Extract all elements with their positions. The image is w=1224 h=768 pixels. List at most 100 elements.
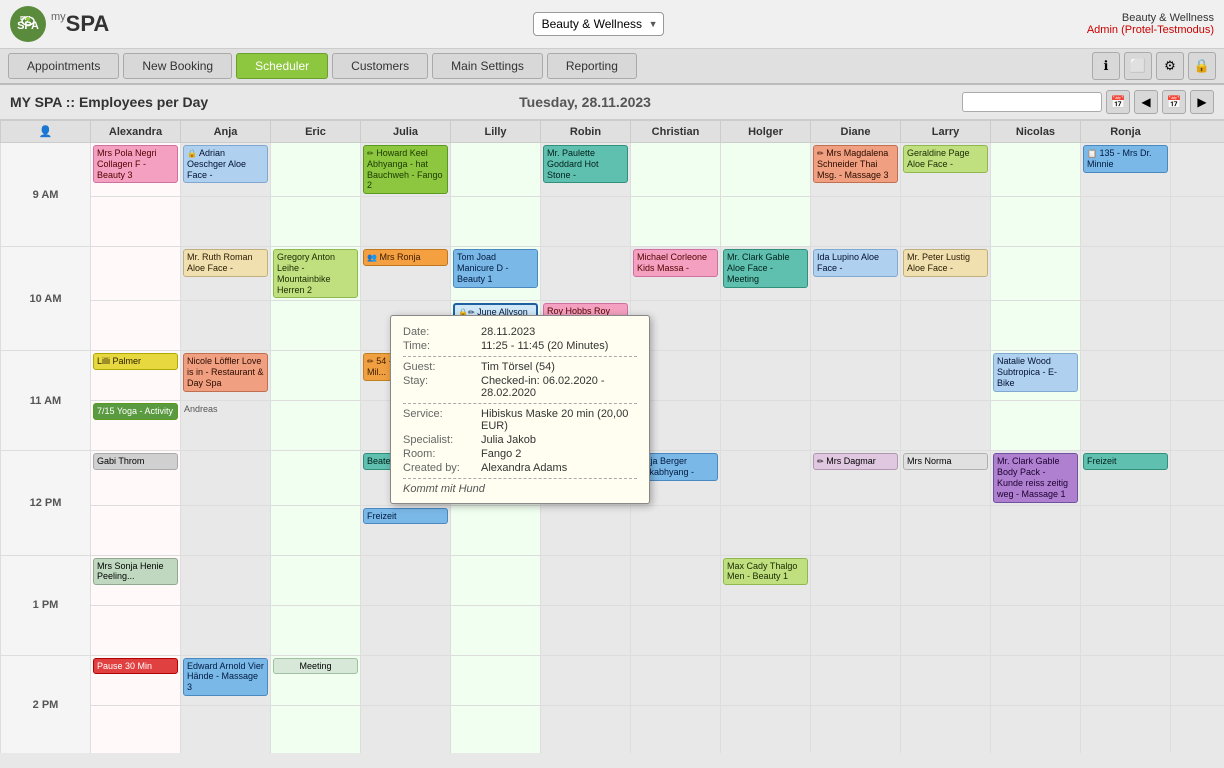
appt-sonja-henie[interactable]: Mrs Sonja Henie Peeling... (93, 558, 178, 586)
cell-11am-larry[interactable] (901, 351, 991, 401)
cell-230-julia[interactable] (361, 705, 451, 753)
cell-1130-anja[interactable]: Andreas (181, 401, 271, 451)
cell-1pm-anja[interactable] (181, 555, 271, 605)
cell-12pm-diane[interactable]: ✏ Mrs Dagmar (811, 451, 901, 505)
cell-1pm-robin[interactable] (541, 555, 631, 605)
nav-customers[interactable]: Customers (332, 53, 428, 79)
cell-130-holger[interactable] (721, 605, 811, 655)
cell-10am-alexandra[interactable] (91, 247, 181, 301)
cell-1230-ronja[interactable] (1081, 505, 1171, 555)
cell-12pm-eric[interactable] (271, 451, 361, 505)
cell-930-diane[interactable] (811, 197, 901, 247)
cell-930-alexandra[interactable] (91, 197, 181, 247)
cell-230-larry[interactable] (901, 705, 991, 753)
cell-230-diane[interactable] (811, 705, 901, 753)
cell-1pm-christian[interactable] (631, 555, 721, 605)
settings-icon-btn[interactable]: ⚙ (1156, 52, 1184, 80)
appt-meeting-eric[interactable]: Meeting (273, 658, 358, 675)
appt-ida-lupino[interactable]: Ida Lupino Aloe Face - (813, 249, 898, 277)
cell-930-ronja[interactable] (1081, 197, 1171, 247)
cell-230-nicolas[interactable] (991, 705, 1081, 753)
nav-appointments[interactable]: Appointments (8, 53, 119, 79)
cell-930-anja[interactable] (181, 197, 271, 247)
cell-1pm-eric[interactable] (271, 555, 361, 605)
cell-10am-anja[interactable]: Mr. Ruth Roman Aloe Face - (181, 247, 271, 301)
appt-clark-gable-body-pack[interactable]: Mr. Clark Gable Body Pack - Kunde reiss … (993, 453, 1078, 502)
location-dropdown-wrapper[interactable]: Beauty & Wellness (533, 12, 664, 36)
cell-130-ronja[interactable] (1081, 605, 1171, 655)
cell-930-eric[interactable] (271, 197, 361, 247)
cell-9am-christian[interactable] (631, 143, 721, 197)
cell-1030-holger[interactable] (721, 301, 811, 351)
cell-2pm-nicolas[interactable] (991, 655, 1081, 705)
cell-1030-larry[interactable] (901, 301, 991, 351)
cell-9am-anja[interactable]: 🔒 Adrian Oeschger Aloe Face - (181, 143, 271, 197)
cell-9am-diane[interactable]: ✏ Mrs Magdalena Schneider Thai Msg. - Ma… (811, 143, 901, 197)
cell-1pm-lilly[interactable] (451, 555, 541, 605)
appt-ruth-roman[interactable]: Mr. Ruth Roman Aloe Face - (183, 249, 268, 277)
search-input[interactable] (962, 92, 1102, 112)
appt-mrs-dagmar[interactable]: ✏ Mrs Dagmar (813, 453, 898, 470)
appt-michael-corleone[interactable]: Michael Corleone Kids Massa - (633, 249, 718, 277)
cell-12pm-alexandra[interactable]: Gabi Throm (91, 451, 181, 505)
appt-max-cady[interactable]: Max Cady Thalgo Men - Beauty 1 (723, 558, 808, 586)
cell-1pm-holger[interactable]: Max Cady Thalgo Men - Beauty 1 (721, 555, 811, 605)
calendar-icon-btn[interactable]: 📅 (1106, 90, 1130, 114)
appt-gregory-anton[interactable]: Gregory Anton Leihe - Mountainbike Herre… (273, 249, 358, 298)
cell-1030-diane[interactable] (811, 301, 901, 351)
cell-2pm-holger[interactable] (721, 655, 811, 705)
nav-scheduler[interactable]: Scheduler (236, 53, 328, 79)
cell-9am-nicolas[interactable] (991, 143, 1081, 197)
cell-9am-ronja[interactable]: 📋 135 - Mrs Dr. Minnie (1081, 143, 1171, 197)
cell-9am-lilly[interactable] (451, 143, 541, 197)
cell-1130-larry[interactable] (901, 401, 991, 451)
cell-930-christian[interactable] (631, 197, 721, 247)
appt-gabi-throm[interactable]: Gabi Throm (93, 453, 178, 470)
cell-10am-ronja[interactable] (1081, 247, 1171, 301)
cell-230-robin[interactable] (541, 705, 631, 753)
cell-1130-nicolas[interactable] (991, 401, 1081, 451)
cell-11am-anja[interactable]: Nicole Löffler Love is in - Restaurant &… (181, 351, 271, 401)
cell-930-julia[interactable] (361, 197, 451, 247)
cell-1pm-diane[interactable] (811, 555, 901, 605)
cell-1030-anja[interactable] (181, 301, 271, 351)
cell-12pm-larry[interactable]: Mrs Norma (901, 451, 991, 505)
cell-12pm-holger[interactable] (721, 451, 811, 505)
cell-1130-eric[interactable] (271, 401, 361, 451)
nav-new-booking[interactable]: New Booking (123, 53, 232, 79)
lock-icon-btn[interactable]: 🔒 (1188, 52, 1216, 80)
copy-icon-btn[interactable]: ⬜ (1124, 52, 1152, 80)
appt-clark-gable-meeting[interactable]: Mr. Clark Gable Aloe Face - Meeting (723, 249, 808, 287)
cell-11am-diane[interactable] (811, 351, 901, 401)
cell-10am-nicolas[interactable] (991, 247, 1081, 301)
cell-130-julia[interactable] (361, 605, 451, 655)
cell-230-holger[interactable] (721, 705, 811, 753)
cell-2pm-larry[interactable] (901, 655, 991, 705)
cell-1230-christian[interactable] (631, 505, 721, 555)
cell-1230-alexandra[interactable] (91, 505, 181, 555)
cell-9am-julia[interactable]: ✏ Howard Keel Abhyanga - hat Bauchweh - … (361, 143, 451, 197)
cell-10am-larry[interactable]: Mr. Peter Lustig Aloe Face - (901, 247, 991, 301)
nav-main-settings[interactable]: Main Settings (432, 53, 543, 79)
prev-day-btn[interactable]: ◀ (1134, 90, 1158, 114)
cell-10am-christian[interactable]: Michael Corleone Kids Massa - (631, 247, 721, 301)
cell-2pm-robin[interactable] (541, 655, 631, 705)
cell-230-ronja[interactable] (1081, 705, 1171, 753)
cell-130-nicolas[interactable] (991, 605, 1081, 655)
cell-2pm-diane[interactable] (811, 655, 901, 705)
cell-11am-ronja[interactable] (1081, 351, 1171, 401)
cell-130-anja[interactable] (181, 605, 271, 655)
appt-tom-joad[interactable]: Tom Joad Manicure D - Beauty 1 (453, 249, 538, 287)
appt-edward-arnold-anja[interactable]: Edward Arnold Vier Hände - Massage 3 (183, 658, 268, 696)
cell-1pm-nicolas[interactable] (991, 555, 1081, 605)
cell-9am-holger[interactable] (721, 143, 811, 197)
cell-230-christian[interactable] (631, 705, 721, 753)
cell-1230-larry[interactable] (901, 505, 991, 555)
cell-11am-nicolas[interactable]: Natalie Wood Subtropica - E-Bike (991, 351, 1081, 401)
cell-1pm-julia[interactable] (361, 555, 451, 605)
appt-freizeit-julia[interactable]: Freizeit (363, 508, 448, 525)
cell-930-nicolas[interactable] (991, 197, 1081, 247)
appt-pause-30min[interactable]: Pause 30 Min (93, 658, 178, 675)
cell-130-diane[interactable] (811, 605, 901, 655)
cell-2pm-anja[interactable]: Edward Arnold Vier Hände - Massage 3 (181, 655, 271, 705)
